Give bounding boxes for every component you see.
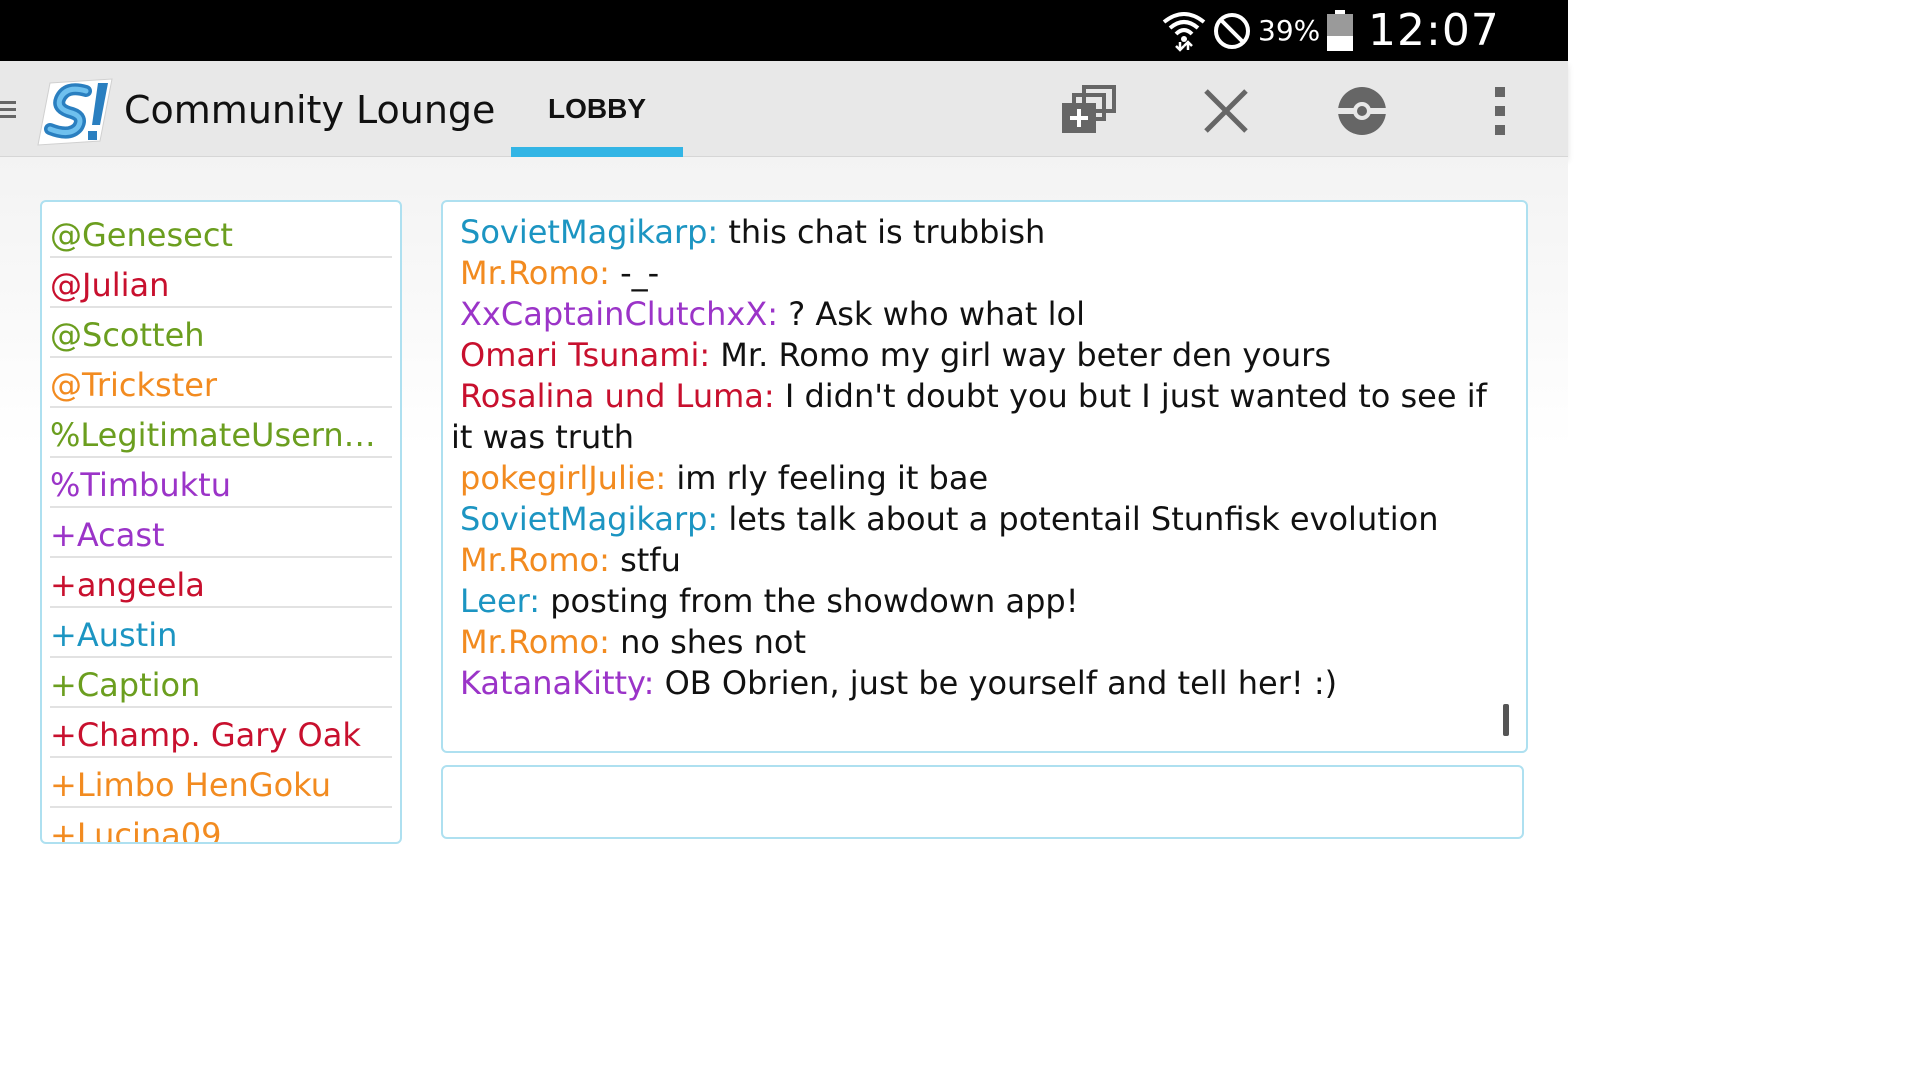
user-list-item[interactable]: @Genesect — [50, 210, 392, 258]
message-username[interactable]: Omari Tsunami: — [451, 336, 710, 374]
message-username[interactable]: pokegirlJulie: — [451, 459, 666, 497]
chat-message: Rosalina und Luma: I didn't doubt you bu… — [451, 376, 1501, 458]
message-username[interactable]: KatanaKitty: — [451, 664, 654, 702]
chat-message: SovietMagikarp: lets talk about a potent… — [451, 499, 1501, 540]
message-username[interactable]: Rosalina und Luma: — [451, 377, 775, 415]
message-text: no shes not — [609, 623, 806, 661]
message-text: stfu — [609, 541, 681, 579]
tab-lobby-label: LOBBY — [548, 93, 646, 124]
do-not-disturb-icon — [1214, 13, 1250, 49]
message-text: -_- — [609, 254, 660, 292]
overflow-menu-button[interactable] — [1470, 81, 1530, 141]
room-title: Community Lounge — [124, 88, 496, 132]
message-text: im rly feeling it bae — [666, 459, 989, 497]
message-text: Mr. Romo my girl way beter den yours — [710, 336, 1331, 374]
user-list[interactable]: @Genesect @Julian @Scotteh @Trickster %Legit… — [40, 200, 402, 844]
close-icon — [1204, 89, 1248, 133]
battery-percent: 39% — [1258, 14, 1321, 47]
wifi-icon — [1162, 12, 1206, 52]
user-list-item[interactable]: %LegitimateUserna… — [50, 410, 392, 458]
user-list-items: @Genesect @Julian @Scotteh @Trickster %Legit… — [42, 202, 400, 842]
chat-message: SovietMagikarp: this chat is trubbish — [451, 212, 1501, 253]
chat-log[interactable]: SovietMagikarp: this chat is trubbish Mr.… — [441, 200, 1528, 753]
user-list-item[interactable]: @Julian — [50, 260, 392, 308]
user-list-item[interactable]: +Champ. Gary Oak — [50, 710, 392, 758]
message-username[interactable]: Mr.Romo: — [451, 254, 610, 292]
user-list-item[interactable]: @Scotteh — [50, 310, 392, 358]
user-list-item[interactable]: %Timbuktu — [50, 460, 392, 508]
message-username[interactable]: SovietMagikarp: — [451, 500, 718, 538]
message-text: posting from the showdown app! — [540, 582, 1079, 620]
message-username[interactable]: Leer: — [451, 582, 540, 620]
new-room-icon — [1062, 85, 1116, 133]
new-room-button[interactable] — [1058, 81, 1118, 141]
chat-message: KatanaKitty: OB Obrien, just be yourself… — [451, 663, 1501, 704]
chat-message: Omari Tsunami: Mr. Romo my girl way bete… — [451, 335, 1501, 376]
overflow-menu-icon — [1495, 87, 1505, 135]
user-list-item[interactable]: +Caption — [50, 660, 392, 708]
status-bar: 39% 12:07 AM — [0, 0, 1568, 110]
message-username[interactable]: Mr.Romo: — [451, 623, 610, 661]
chat-message: Mr.Romo: stfu — [451, 540, 1501, 581]
message-text: ? Ask who what lol — [778, 295, 1085, 333]
action-bar: Community Lounge LOBBY — [0, 61, 1568, 159]
user-list-item[interactable]: +Austin — [50, 610, 392, 658]
chat-message: pokegirlJulie: im rly feeling it bae — [451, 458, 1501, 499]
message-text: lets talk about a potentail Stunfisk evo… — [718, 500, 1439, 538]
chat-message: Mr.Romo: -_- — [451, 253, 1501, 294]
chat-message: Leer: posting from the showdown app! — [451, 581, 1501, 622]
close-room-button[interactable] — [1196, 81, 1256, 141]
battle-button[interactable] — [1332, 81, 1392, 141]
message-username[interactable]: SovietMagikarp: — [451, 213, 718, 251]
room-content: @Genesect @Julian @Scotteh @Trickster %Legit… — [0, 157, 1568, 882]
user-list-item[interactable]: @Trickster — [50, 360, 392, 408]
message-username[interactable]: XxCaptainClutchxX: — [451, 295, 778, 333]
chat-message: XxCaptainClutchxX: ? Ask who what lol — [451, 294, 1501, 335]
user-list-item[interactable]: +Lucina09 — [50, 810, 392, 842]
message-text: OB Obrien, just be yourself and tell her… — [654, 664, 1338, 702]
chat-messages: SovietMagikarp: this chat is trubbish Mr.… — [451, 212, 1501, 704]
user-list-item[interactable]: +Acast — [50, 510, 392, 558]
user-list-item[interactable]: +angeela — [50, 560, 392, 608]
message-text: this chat is trubbish — [718, 213, 1046, 251]
drawer-menu-icon[interactable] — [0, 99, 18, 121]
message-username[interactable]: Mr.Romo: — [451, 541, 610, 579]
battery-icon — [1327, 10, 1353, 51]
user-list-item[interactable]: +Limbo HenGoku — [50, 760, 392, 808]
chat-scrollbar[interactable] — [1503, 704, 1509, 736]
showdown-logo-icon[interactable] — [36, 75, 116, 147]
chat-message: Mr.Romo: no shes not — [451, 622, 1501, 663]
chat-input[interactable] — [441, 765, 1524, 839]
pokeball-icon — [1338, 87, 1386, 135]
tab-lobby[interactable]: LOBBY — [511, 61, 683, 159]
